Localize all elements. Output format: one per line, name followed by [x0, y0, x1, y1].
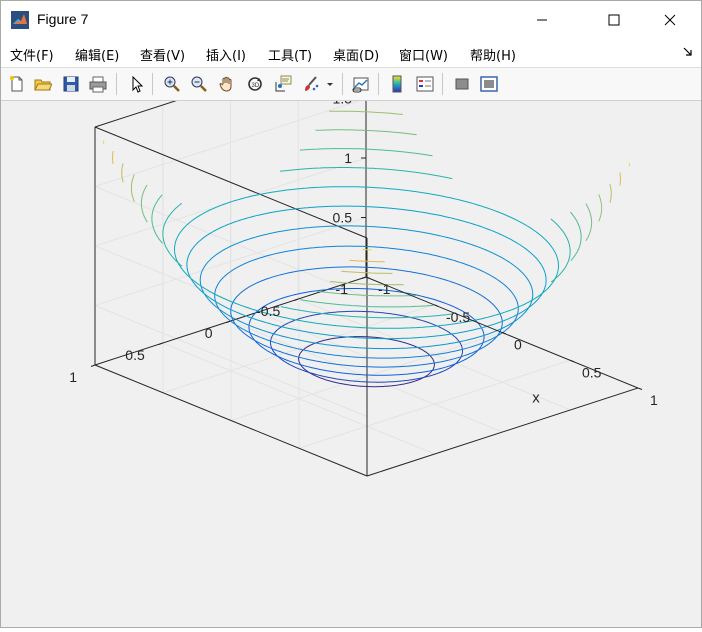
- contour-line: [152, 195, 163, 244]
- pan-button[interactable]: [215, 72, 239, 96]
- menu-window[interactable]: 窗口(W): [399, 45, 448, 64]
- x-tick-label: 0: [514, 337, 522, 353]
- contour-line: [620, 173, 621, 186]
- brush-button[interactable]: [299, 72, 323, 96]
- contour-line: [571, 212, 582, 261]
- toolbar-separator: [378, 73, 379, 95]
- colorbar-icon: [388, 75, 406, 93]
- data-cursor-button[interactable]: [271, 72, 295, 96]
- toolbar-separator: [152, 73, 153, 95]
- axes-3d[interactable]: -1-0.500.51-1-0.500.510.511.52x: [1, 101, 701, 627]
- y-tick-label: 0.5: [125, 347, 145, 363]
- show-plot-tools-button[interactable]: [477, 72, 501, 96]
- contour-line: [599, 194, 602, 221]
- y-tick-mark: [362, 277, 366, 279]
- hide-plot-tools-button[interactable]: [450, 72, 474, 96]
- rotate-3d-button[interactable]: 3D: [243, 72, 267, 96]
- y-tick-mark: [159, 343, 163, 345]
- show-plot-tools-icon: [480, 75, 498, 93]
- menu-desktop[interactable]: 桌面(D): [333, 45, 379, 64]
- minimize-button[interactable]: [519, 1, 565, 39]
- window-title: Figure 7: [37, 11, 88, 27]
- brush-icon: [302, 75, 320, 93]
- x-tick-label: 1: [650, 392, 658, 408]
- menu-tools[interactable]: 工具(T): [268, 45, 312, 64]
- maximize-icon: [608, 14, 620, 26]
- close-icon: [664, 14, 676, 26]
- title-bar: Figure 7: [1, 1, 701, 39]
- front-edge: [367, 388, 638, 476]
- zoom-in-button[interactable]: [160, 72, 184, 96]
- y-tick-mark: [227, 321, 231, 323]
- zoom-out-button[interactable]: [187, 72, 211, 96]
- minimize-icon: [536, 14, 548, 26]
- z-tick-label: 1: [344, 150, 352, 166]
- menu-insert[interactable]: 插入(I): [206, 45, 246, 64]
- rotate-3d-icon: 3D: [246, 75, 264, 93]
- x-tick-mark: [638, 388, 642, 390]
- menu-bar: 文件(F) 编辑(E) 查看(V) 插入(I) 工具(T) 桌面(D) 窗口(W…: [1, 39, 701, 68]
- dock-arrow-icon[interactable]: [683, 47, 693, 57]
- z-tick-label: 1.5: [333, 101, 353, 107]
- toolbar-separator: [116, 73, 117, 95]
- menu-file[interactable]: 文件(F): [10, 45, 54, 64]
- matlab-logo-icon: [11, 11, 29, 29]
- x-tick-mark: [434, 305, 438, 307]
- y-tick-label: -0.5: [256, 303, 280, 319]
- data-cursor-icon: [274, 75, 292, 93]
- chevron-down-icon: [325, 79, 335, 89]
- menu-edit[interactable]: 编辑(E): [75, 45, 119, 64]
- y-tick-mark: [91, 365, 95, 367]
- hide-plot-tools-icon: [453, 75, 471, 93]
- menu-help[interactable]: 帮助(H): [470, 45, 516, 64]
- contour-line: [141, 185, 147, 222]
- x-tick-label: -0.5: [446, 309, 470, 325]
- open-file-icon: [34, 75, 52, 93]
- svg-text:3D: 3D: [252, 83, 260, 89]
- z-tick-label: 0.5: [333, 210, 353, 226]
- link-plot-icon: [352, 75, 370, 93]
- contour-line: [610, 184, 611, 203]
- edit-plot-icon: [128, 75, 146, 93]
- plot-canvas[interactable]: -1-0.500.51-1-0.500.510.511.52x: [1, 101, 701, 627]
- y-tick-label: 0: [205, 325, 213, 341]
- toolbar-separator: [342, 73, 343, 95]
- edit-plot-button[interactable]: [125, 72, 149, 96]
- legend-icon: [416, 75, 434, 93]
- close-button[interactable]: [647, 1, 693, 39]
- y-tick-label: 1: [69, 369, 77, 385]
- save-button[interactable]: [59, 72, 83, 96]
- print-icon: [89, 75, 107, 93]
- contour-line: [586, 204, 592, 241]
- pan-icon: [218, 75, 236, 93]
- menu-view[interactable]: 查看(V): [140, 45, 185, 64]
- legend-button[interactable]: [413, 72, 437, 96]
- brush-dropdown[interactable]: [323, 72, 337, 96]
- figure-window: Figure 7 文件(F) 编辑(E) 查看(V) 插入(I) 工具(T) 桌…: [0, 0, 702, 628]
- open-file-button[interactable]: [31, 72, 55, 96]
- x-tick-label: -1: [378, 281, 391, 297]
- new-figure-icon: [8, 75, 26, 93]
- zoom-in-icon: [163, 75, 181, 93]
- toolbar-separator: [442, 73, 443, 95]
- link-plot-button[interactable]: [349, 72, 373, 96]
- figure-toolbar: 3D: [1, 68, 701, 101]
- x-tick-mark: [570, 360, 574, 362]
- zoom-out-icon: [190, 75, 208, 93]
- contour-line: [122, 163, 123, 182]
- x-tick-mark: [502, 333, 506, 335]
- colorbar-button[interactable]: [385, 72, 409, 96]
- y-tick-label: -1: [336, 281, 349, 297]
- new-figure-button[interactable]: [5, 72, 29, 96]
- save-icon: [62, 75, 80, 93]
- maximize-button[interactable]: [591, 1, 637, 39]
- y-tick-mark: [294, 299, 298, 301]
- print-button[interactable]: [86, 72, 110, 96]
- x-tick-label: 0.5: [582, 364, 602, 380]
- x-axis-label: x: [532, 390, 540, 407]
- contour-line: [131, 175, 134, 202]
- contour-line: [113, 151, 114, 164]
